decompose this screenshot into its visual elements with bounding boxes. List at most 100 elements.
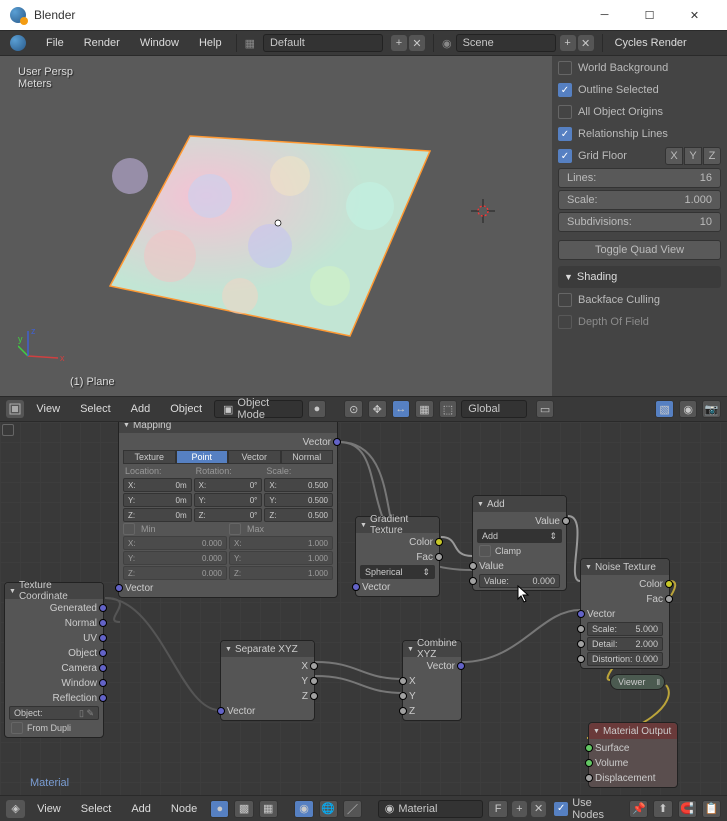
outline-selected-checkbox[interactable] xyxy=(558,83,572,97)
value-field[interactable]: Value:0.000 xyxy=(479,574,560,588)
world-data-button[interactable]: 🌐 xyxy=(319,800,338,818)
mode-dropdown[interactable]: ▣Object Mode xyxy=(214,400,303,418)
3d-viewport[interactable]: User Persp Meters xyxy=(0,56,552,396)
pivot-dropdown[interactable]: ⊙ xyxy=(344,400,363,418)
linestyle-button[interactable]: ／ xyxy=(343,800,362,818)
node-combine-xyz[interactable]: Combine XYZ Vector X Y Z xyxy=(402,640,462,721)
remove-layout-button[interactable]: ✕ xyxy=(409,35,425,51)
socket-in[interactable] xyxy=(577,640,585,648)
remove-material-button[interactable]: ✕ xyxy=(531,801,546,817)
min-x[interactable]: X:0.000 xyxy=(123,536,227,550)
menu-node[interactable]: Node xyxy=(163,803,205,815)
menu-file[interactable]: File xyxy=(36,37,74,49)
scl-z[interactable]: Z:0.500 xyxy=(264,508,333,522)
socket-in[interactable] xyxy=(399,707,407,715)
socket-out[interactable] xyxy=(99,649,107,657)
node-header[interactable]: Material Output xyxy=(589,723,677,739)
socket-in[interactable] xyxy=(577,610,585,618)
distortion-field[interactable]: Distortion:0.000 xyxy=(587,652,663,666)
layout-dropdown[interactable]: Default xyxy=(263,34,383,52)
shading-panel-header[interactable]: Shading xyxy=(558,266,721,288)
detail-field[interactable]: Detail:2.000 xyxy=(587,637,663,651)
min-checkbox[interactable] xyxy=(123,523,135,535)
node-material-output[interactable]: Material Output Surface Volume Displacem… xyxy=(588,722,678,788)
lines-field[interactable]: Lines:16 xyxy=(558,168,721,188)
object-field[interactable]: Object:▯ ✎ xyxy=(9,706,99,720)
add-layout-button[interactable]: + xyxy=(391,35,407,51)
socket-out[interactable] xyxy=(310,692,318,700)
loc-x[interactable]: X:0m xyxy=(123,478,192,492)
socket-out[interactable] xyxy=(562,517,570,525)
math-op-dropdown[interactable]: Add⇕ xyxy=(477,529,562,543)
max-x[interactable]: X:1.000 xyxy=(229,536,333,550)
socket-out[interactable] xyxy=(99,619,107,627)
viewport-render-button[interactable]: ◉ xyxy=(679,400,698,418)
subdivisions-field[interactable]: Subdivisions:10 xyxy=(558,212,721,232)
add-material-button[interactable]: + xyxy=(512,801,527,817)
tab-normal[interactable]: Normal xyxy=(281,450,334,464)
copy-button[interactable]: 📋 xyxy=(702,800,721,818)
socket-out[interactable] xyxy=(435,553,443,561)
socket-out[interactable] xyxy=(665,580,673,588)
texture-tree-button[interactable]: ▦ xyxy=(259,800,278,818)
node-gradient-texture[interactable]: Gradient Texture Color Fac Spherical⇕ Ve… xyxy=(355,516,440,597)
gradient-type-dropdown[interactable]: Spherical⇕ xyxy=(360,565,435,579)
editor-type-dropdown[interactable]: ◈ xyxy=(6,800,25,818)
pin-checkbox[interactable] xyxy=(2,424,14,436)
node-mapping[interactable]: Mapping Vector Texture Point Vector Norm… xyxy=(118,422,338,598)
socket-out[interactable] xyxy=(99,679,107,687)
layer-button[interactable]: ▭ xyxy=(536,400,555,418)
manipulator-toggle[interactable]: ✥ xyxy=(368,400,387,418)
menu-view[interactable]: View xyxy=(28,403,68,415)
orientation-dropdown[interactable]: Global xyxy=(461,400,527,418)
menu-add[interactable]: Add xyxy=(123,803,159,815)
axis-x-toggle[interactable]: X xyxy=(665,147,683,165)
socket-out[interactable] xyxy=(665,595,673,603)
relationship-lines-checkbox[interactable] xyxy=(558,127,572,141)
node-texture-coordinate[interactable]: Texture Coordinate Generated Normal UV O… xyxy=(4,582,104,738)
node-noise-texture[interactable]: Noise Texture Color Fac Vector Scale:5.0… xyxy=(580,558,670,669)
menu-window[interactable]: Window xyxy=(130,37,189,49)
node-viewer[interactable]: Viewer‖ xyxy=(610,674,665,690)
go-parent-button[interactable]: ⬆ xyxy=(653,800,672,818)
node-header[interactable]: Mapping xyxy=(119,422,337,433)
socket-out[interactable] xyxy=(457,662,465,670)
socket-out[interactable] xyxy=(333,438,341,446)
overlay-toggle[interactable]: ▧ xyxy=(655,400,674,418)
menu-select[interactable]: Select xyxy=(72,403,119,415)
scale-field[interactable]: Scale:1.000 xyxy=(558,190,721,210)
scl-x[interactable]: X:0.500 xyxy=(264,478,333,492)
plane-object[interactable] xyxy=(90,116,450,356)
socket-out[interactable] xyxy=(310,677,318,685)
menu-render[interactable]: Render xyxy=(74,37,130,49)
scene-dropdown[interactable]: Scene xyxy=(456,34,556,52)
material-dropdown[interactable]: ◉Material xyxy=(378,800,484,818)
loc-y[interactable]: Y:0m xyxy=(123,493,192,507)
world-background-checkbox[interactable] xyxy=(558,61,572,75)
fake-user-button[interactable]: F xyxy=(488,800,507,818)
node-math-add[interactable]: Add Value Add⇕ Clamp Value Value:0.000 xyxy=(472,495,567,591)
socket-in[interactable] xyxy=(585,744,593,752)
socket-in[interactable] xyxy=(469,562,477,570)
max-z[interactable]: Z:1.000 xyxy=(229,566,333,580)
node-header[interactable]: Combine XYZ xyxy=(403,641,461,657)
maximize-button[interactable]: ☐ xyxy=(627,0,672,30)
menu-add[interactable]: Add xyxy=(123,403,159,415)
compositor-tree-button[interactable]: ▩ xyxy=(234,800,253,818)
add-scene-button[interactable]: + xyxy=(560,35,576,51)
socket-in[interactable] xyxy=(217,707,225,715)
node-header[interactable]: Separate XYZ xyxy=(221,641,314,657)
loc-z[interactable]: Z:0m xyxy=(123,508,192,522)
socket-out[interactable] xyxy=(435,538,443,546)
pin-button[interactable]: 📌 xyxy=(629,800,648,818)
socket-in[interactable] xyxy=(399,677,407,685)
tab-texture[interactable]: Texture xyxy=(123,450,176,464)
node-header[interactable]: Gradient Texture xyxy=(356,517,439,533)
manipulator-translate[interactable]: ↔ xyxy=(392,400,411,418)
depth-of-field-checkbox[interactable] xyxy=(558,315,572,329)
socket-out[interactable] xyxy=(99,634,107,642)
minimize-button[interactable]: ─ xyxy=(582,0,627,30)
use-nodes-checkbox[interactable] xyxy=(554,802,568,816)
max-checkbox[interactable] xyxy=(229,523,241,535)
camera-button[interactable]: 📷 xyxy=(702,400,721,418)
